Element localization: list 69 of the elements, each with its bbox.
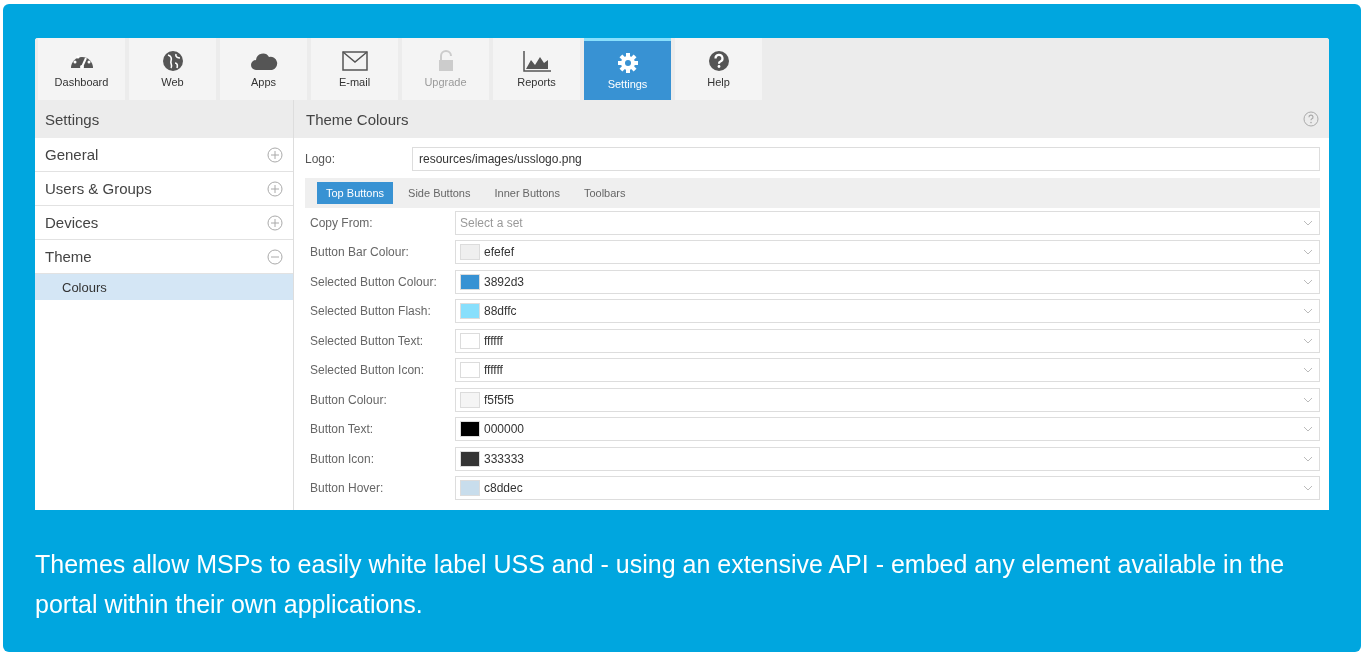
toolbar-tab[interactable]: Apps	[220, 38, 307, 100]
colour-dropdown[interactable]: 333333	[455, 446, 1320, 471]
colour-value: 000000	[484, 422, 526, 437]
field-label: Copy From:	[310, 215, 374, 230]
sidebar-item[interactable]: Users & Groups	[35, 172, 293, 206]
chevron-icon	[1303, 426, 1313, 433]
chevron-icon	[1303, 396, 1313, 403]
colour-value: 88dffc	[484, 304, 518, 319]
colour-value: 3892d3	[484, 274, 526, 289]
field-label: Selected Button Text:	[310, 333, 425, 348]
collapse-icon[interactable]	[267, 248, 283, 265]
field-label: Selected Button Icon:	[310, 363, 426, 378]
globe-icon	[161, 50, 184, 72]
chevron-icon	[1303, 249, 1313, 256]
caption: Themes allow MSPs to easily white label USS and - using an extensive API - embed any element available in the portal within their own applications.	[35, 549, 1286, 620]
help-icon	[707, 50, 730, 72]
colour-value: f5f5f5	[484, 392, 516, 407]
chevron-icon	[1303, 308, 1313, 315]
logo-field[interactable]: resources/images/usslogo.png	[412, 147, 1320, 171]
placeholder: Select a set	[460, 215, 524, 230]
colour-dropdown[interactable]: c8ddec	[455, 476, 1320, 501]
chevron-icon	[1303, 455, 1313, 462]
field-label: Button Icon:	[310, 451, 376, 466]
subtab[interactable]: Toolbars	[574, 182, 635, 204]
toolbar-tab[interactable]: Reports	[493, 38, 580, 100]
chevron-icon	[1303, 337, 1313, 344]
colour-dropdown[interactable]: 3892d3	[455, 269, 1320, 294]
toolbar-tab[interactable]: Dashboard	[38, 38, 125, 100]
field-label: Button Hover:	[310, 481, 385, 496]
subtab[interactable]: Inner Buttons	[485, 182, 569, 204]
field-label: Button Colour:	[310, 392, 388, 407]
expand-icon[interactable]	[267, 180, 283, 197]
gear-icon	[616, 51, 639, 74]
chevron-icon	[1303, 219, 1313, 226]
help-icon[interactable]	[1303, 111, 1319, 127]
expand-icon[interactable]	[267, 214, 283, 231]
chevron-icon	[1303, 278, 1313, 285]
chevron-icon	[1303, 367, 1313, 374]
colour-dropdown[interactable]: efefef	[455, 240, 1320, 265]
field-label: Logo:	[305, 152, 337, 166]
colour-dropdown[interactable]: 88dffc	[455, 299, 1320, 324]
field-label: Selected Button Colour:	[310, 274, 438, 289]
toolbar-tab[interactable]: E-mail	[311, 38, 398, 100]
field-label: Button Bar Colour:	[310, 245, 410, 260]
sidebar-item[interactable]: General	[35, 138, 293, 172]
padlock-icon	[436, 50, 455, 72]
toolbar-tab[interactable]: Web	[129, 38, 216, 100]
colour-value: 333333	[484, 451, 526, 466]
colour-dropdown[interactable]: ffffff	[455, 328, 1320, 353]
chevron-icon	[1303, 485, 1313, 492]
colour-dropdown[interactable]: ffffff	[455, 358, 1320, 383]
area-chart-icon	[521, 50, 552, 72]
sidebar-subitem[interactable]: Colours	[35, 274, 293, 300]
sidebar-item[interactable]: Devices	[35, 206, 293, 240]
cloud-icon	[249, 51, 278, 71]
panel-title: Theme Colours	[306, 110, 409, 128]
colour-value: c8ddec	[484, 481, 524, 496]
colour-dropdown[interactable]: f5f5f5	[455, 387, 1320, 412]
field-label: Selected Button Flash:	[310, 304, 432, 319]
colour-value: ffffff	[484, 363, 504, 378]
expand-icon[interactable]	[267, 146, 283, 163]
field-label: Button Text:	[310, 422, 375, 437]
colour-dropdown[interactable]: 000000	[455, 417, 1320, 442]
colour-value: efefef	[484, 245, 516, 260]
subtab[interactable]: Side Buttons	[399, 182, 480, 204]
toolbar-tab[interactable]: Help	[675, 38, 762, 100]
colour-value: ffffff	[484, 333, 504, 348]
sidebar-title: Settings	[35, 100, 293, 138]
envelope-icon	[341, 51, 368, 71]
